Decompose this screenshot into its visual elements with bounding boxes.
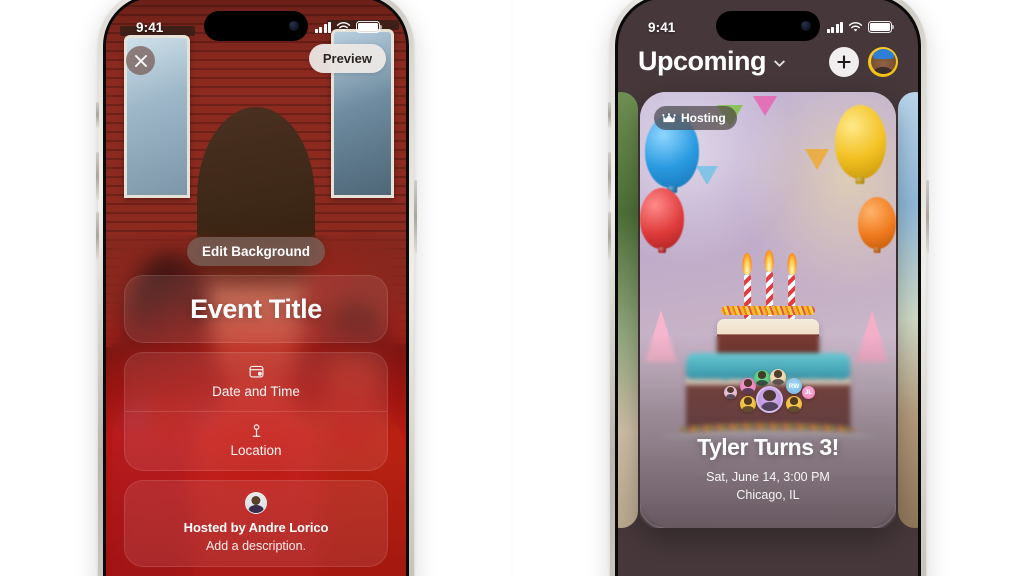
- power-button[interactable]: [413, 180, 417, 254]
- bunting-flag-blue: [696, 166, 719, 186]
- dynamic-island: [204, 11, 308, 41]
- balloon-orange: [857, 196, 896, 249]
- host-avatar: [245, 492, 267, 514]
- add-event-button[interactable]: [829, 46, 859, 77]
- host-avatar[interactable]: [756, 386, 783, 413]
- front-camera-icon: [289, 21, 299, 31]
- volume-down-button[interactable]: [607, 212, 611, 260]
- event-title-row[interactable]: Event Title: [125, 276, 387, 342]
- preview-button[interactable]: Preview: [308, 44, 386, 73]
- hosting-badge[interactable]: Hosting: [654, 106, 737, 130]
- guest-avatar-initials[interactable]: JL: [802, 386, 815, 399]
- volume-up-button[interactable]: [95, 152, 99, 200]
- location-row[interactable]: Location: [125, 411, 387, 470]
- cake-top-sprinkles: [721, 306, 815, 316]
- silence-switch[interactable]: [607, 102, 611, 128]
- page-title: Upcoming: [638, 46, 767, 76]
- status-time: 9:41: [648, 19, 676, 35]
- calendar-icon: [249, 365, 263, 378]
- left-phone-device: 9:41 Preview Edit Background Event Title…: [95, 0, 417, 576]
- bunting-flag-orange: [805, 148, 830, 170]
- wifi-icon: [848, 21, 863, 32]
- wifi-icon: [336, 21, 351, 32]
- edit-background-button[interactable]: Edit Background: [186, 237, 326, 266]
- event-location: Chicago, IL: [736, 488, 800, 502]
- power-button[interactable]: [925, 180, 929, 254]
- event-title-field[interactable]: Event Title: [135, 294, 377, 325]
- guest-avatar[interactable]: [724, 386, 737, 399]
- left-panel: 9:41 Preview Edit Background Event Title…: [0, 0, 512, 576]
- plus-icon: [837, 54, 851, 69]
- event-form: Event Title Date and Time Location Hoste…: [106, 275, 406, 576]
- silence-switch[interactable]: [95, 102, 99, 128]
- balloon-red: [640, 187, 684, 249]
- event-details-card: Date and Time Location: [124, 352, 388, 471]
- profile-avatar-icon: [870, 49, 896, 74]
- upcoming-title-menu[interactable]: Upcoming: [638, 46, 787, 77]
- upcoming-header: Upcoming: [618, 46, 918, 77]
- host-card[interactable]: Hosted by Andre Lorico Add a description…: [124, 480, 388, 567]
- balloon-yellow: [834, 105, 886, 180]
- guest-avatar[interactable]: [740, 396, 756, 412]
- date-and-time-label: Date and Time: [212, 384, 300, 399]
- location-pin-icon: [252, 424, 260, 437]
- status-time: 9:41: [136, 19, 164, 35]
- event-carousel[interactable]: Hosting RW JL Tyler Turns 3! Sat, June 1…: [618, 92, 918, 576]
- chevron-down-icon: [774, 60, 785, 67]
- right-phone-device: 9:41 Upcoming Hosting RW JL Tyler Turns …: [607, 0, 929, 576]
- guest-avatar-initials[interactable]: RW: [786, 378, 802, 394]
- guest-avatar[interactable]: [770, 369, 786, 385]
- next-event-card-peek[interactable]: [898, 92, 918, 528]
- front-camera-icon: [801, 21, 811, 31]
- cellular-bars-icon: [314, 21, 331, 33]
- event-title-card[interactable]: Event Title: [124, 275, 388, 343]
- event-info: Tyler Turns 3! Sat, June 14, 3:00 PM Chi…: [640, 434, 896, 502]
- previous-event-card-peek[interactable]: [618, 92, 638, 528]
- header-actions: [829, 46, 898, 77]
- volume-down-button[interactable]: [95, 212, 99, 260]
- marketing-screenshot: 9:41 Preview Edit Background Event Title…: [0, 0, 1024, 576]
- location-label: Location: [230, 443, 282, 458]
- guest-avatar[interactable]: [786, 396, 802, 412]
- left-phone-screen: 9:41 Preview Edit Background Event Title…: [106, 0, 406, 576]
- battery-icon: [356, 21, 383, 33]
- status-indicators: [314, 21, 383, 33]
- status-indicators: [826, 21, 895, 33]
- event-name: Tyler Turns 3!: [697, 434, 839, 460]
- close-button[interactable]: [126, 46, 155, 75]
- date-and-time-row[interactable]: Date and Time: [125, 353, 387, 411]
- guest-avatar[interactable]: [754, 370, 770, 386]
- volume-up-button[interactable]: [607, 152, 611, 200]
- cellular-bars-icon: [826, 21, 843, 33]
- battery-icon: [868, 21, 895, 33]
- host-name: Hosted by Andre Lorico: [183, 520, 329, 535]
- event-card[interactable]: Hosting RW JL Tyler Turns 3! Sat, June 1…: [640, 92, 896, 528]
- right-phone-bezel: 9:41 Upcoming Hosting RW JL Tyler Turns …: [615, 0, 921, 576]
- bunting-flag-pink: [752, 96, 777, 117]
- upcoming-screen: 9:41 Upcoming Hosting RW JL Tyler Turns …: [618, 0, 918, 576]
- guest-avatars[interactable]: RW JL: [718, 369, 818, 420]
- left-phone-bezel: 9:41 Preview Edit Background Event Title…: [103, 0, 409, 576]
- right-panel: 9:41 Upcoming Hosting RW JL Tyler Turns …: [512, 0, 1024, 576]
- hosting-badge-label: Hosting: [681, 111, 726, 125]
- profile-button[interactable]: [868, 46, 898, 77]
- description-placeholder[interactable]: Add a description.: [137, 539, 375, 553]
- event-datetime: Sat, June 14, 3:00 PM: [706, 470, 830, 484]
- right-phone-screen: 9:41 Upcoming Hosting RW JL Tyler Turns …: [618, 0, 918, 576]
- dynamic-island: [716, 11, 820, 41]
- crown-icon: [662, 112, 676, 122]
- close-icon: [134, 54, 147, 67]
